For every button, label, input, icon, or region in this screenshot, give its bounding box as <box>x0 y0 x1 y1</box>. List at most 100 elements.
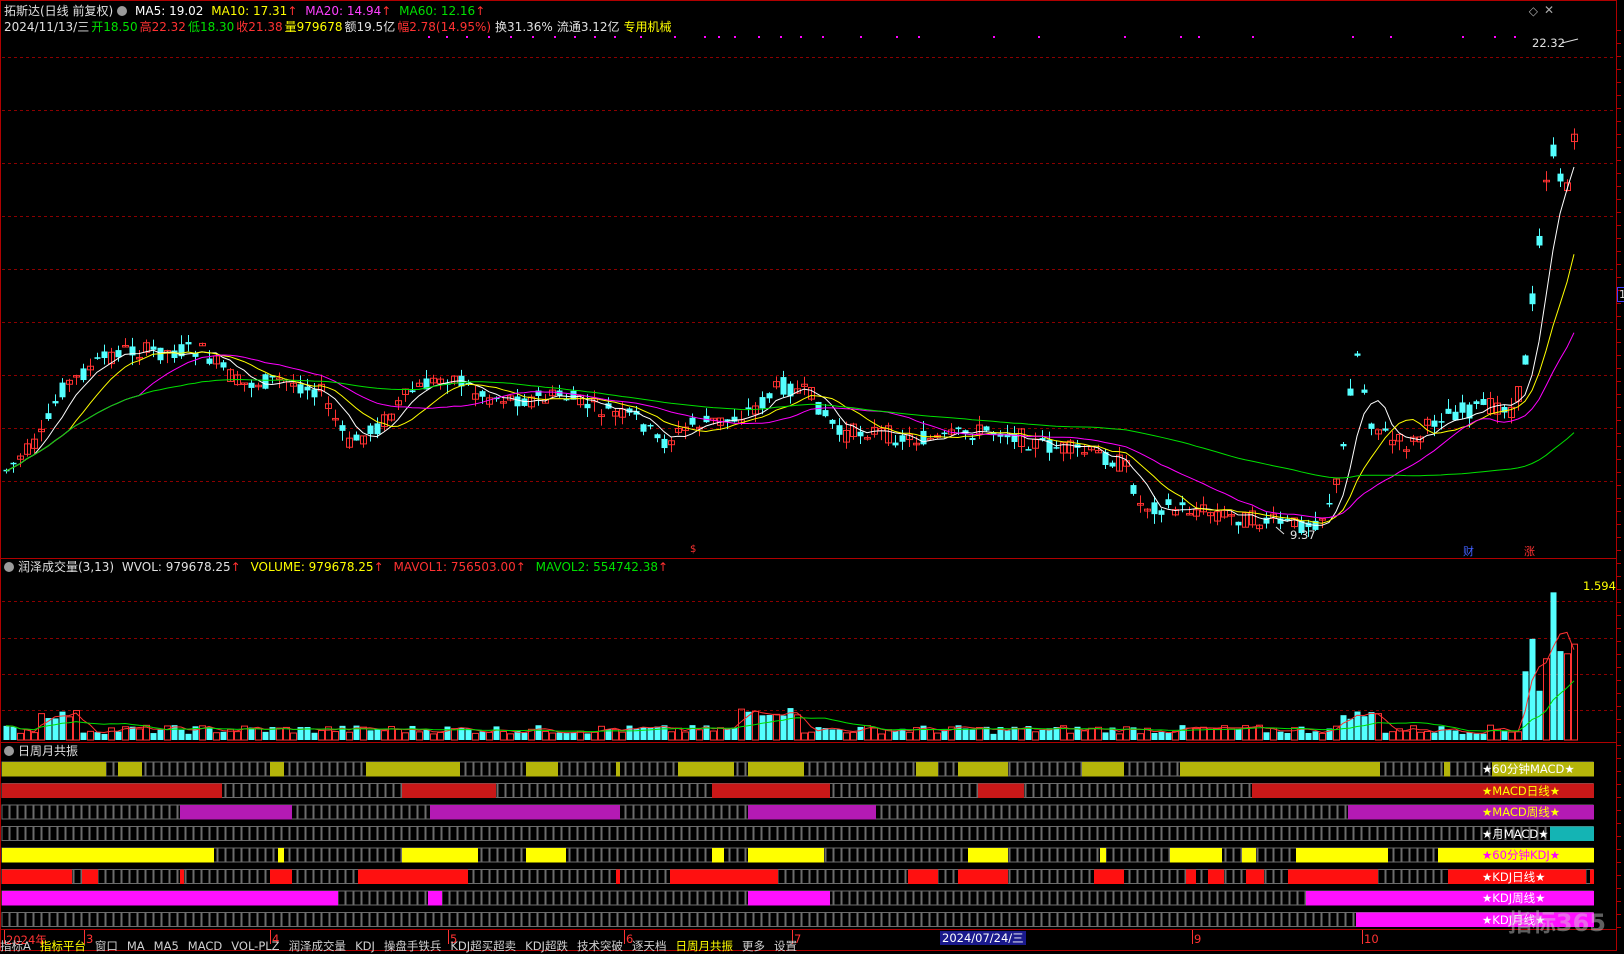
indicator-tab[interactable]: 日周月共振 <box>675 939 733 953</box>
indicator-tab[interactable]: 操盘手铁兵 <box>384 939 442 953</box>
ma60-label: MA60: 12.16↑ <box>399 4 486 18</box>
resonance-segment <box>1242 848 1256 863</box>
indicator-tab[interactable]: 逐天档 <box>632 939 667 953</box>
indicator-tab[interactable]: KDJ <box>355 939 375 953</box>
resonance-cell <box>1337 804 1346 820</box>
resonance-cell <box>217 869 226 884</box>
resonance-cell <box>705 847 714 863</box>
resonance-cell <box>1137 869 1146 884</box>
right-edge-tag[interactable]: 1 <box>1617 287 1624 302</box>
indicator-tab[interactable]: VOL-PLZ <box>231 939 279 953</box>
resonance-cell <box>1033 890 1042 906</box>
resonance-cell <box>329 804 338 820</box>
resonance-cell <box>217 847 226 863</box>
volume-bar <box>1340 715 1347 740</box>
resonance-cell <box>1113 826 1122 841</box>
resonance-cell <box>1257 890 1266 906</box>
event-marker-dollar[interactable]: $ <box>690 544 696 555</box>
close-panel-icon[interactable]: ✕ <box>1544 3 1554 17</box>
resonance-cell <box>465 826 474 841</box>
stock-name[interactable]: 拓斯达(日线 前复权) <box>4 4 113 18</box>
resonance-cell <box>1249 804 1258 820</box>
volume-bar <box>1116 733 1123 741</box>
restore-window-icon[interactable]: ◇ <box>1529 4 1538 18</box>
indicator-tab[interactable]: KDJ超跌 <box>525 939 568 953</box>
volume-bar <box>255 727 262 741</box>
resonance-cell <box>297 912 306 927</box>
volume-bar <box>850 731 857 741</box>
resonance-cell <box>521 826 530 841</box>
indicator-tab[interactable]: 窗口 <box>95 939 118 953</box>
settings-circle-icon[interactable] <box>117 6 128 16</box>
resonance-cell <box>937 783 946 798</box>
event-marker-finance[interactable]: 财 <box>1463 543 1474 559</box>
indicator-tab[interactable]: MACD <box>188 939 222 953</box>
resonance-cell <box>649 869 658 884</box>
indicator-tab[interactable]: 指标平台 <box>40 939 86 953</box>
resonance-cell <box>1129 761 1138 777</box>
resonance-cell <box>1137 826 1146 841</box>
resonance-cell <box>881 847 890 863</box>
resonance-cell <box>161 804 170 820</box>
resonance-cell <box>897 826 906 841</box>
chart-canvas[interactable] <box>0 0 1624 952</box>
volume-settings-icon[interactable] <box>4 562 14 572</box>
resonance-cell <box>401 826 410 841</box>
resonance-cell <box>705 890 714 906</box>
resonance-segment <box>2 783 222 798</box>
volume-bar <box>1564 653 1571 741</box>
indicator-tab[interactable]: 指标A <box>0 939 31 953</box>
candle-body <box>1431 420 1438 427</box>
resonance-cell <box>473 761 482 777</box>
volume-bar <box>402 732 409 741</box>
event-marker-rise[interactable]: 涨 <box>1524 543 1535 559</box>
quote-float-cap: 流通3.12亿 <box>556 20 620 34</box>
volume-bar <box>857 726 864 740</box>
resonance-cell <box>193 912 202 927</box>
resonance-cell <box>1033 804 1042 820</box>
resonance-cell <box>41 912 50 927</box>
resonance-cell <box>505 847 514 863</box>
resonance-cell <box>681 890 690 906</box>
candle-body <box>1347 388 1354 396</box>
resonance-cell <box>385 847 394 863</box>
resonance-cell <box>1129 890 1138 906</box>
resonance-cell <box>769 912 778 927</box>
indicator-tab[interactable]: 润泽成交量 <box>289 939 347 953</box>
resonance-cell <box>1121 826 1130 841</box>
resonance-cell <box>1473 761 1482 777</box>
resonance-cell <box>121 826 130 841</box>
resonance-cell <box>177 761 186 777</box>
indicator-tab[interactable]: MA <box>127 939 145 953</box>
resonance-cell <box>729 912 738 927</box>
resonance-cell <box>25 912 34 927</box>
volume-bar <box>1452 730 1459 740</box>
volume-bar <box>1200 726 1207 741</box>
indicator-tab[interactable]: 更多 <box>742 939 765 953</box>
volume-bar <box>1039 729 1046 740</box>
resonance-cell <box>1049 826 1058 841</box>
volume-bar <box>150 733 157 740</box>
indicator-tab[interactable]: KDJ超买超卖 <box>450 939 516 953</box>
volume-bar <box>591 731 598 741</box>
resonance-settings-icon[interactable] <box>4 746 14 756</box>
time-axis-label: 10 <box>1364 932 1379 946</box>
volume-title[interactable]: 润泽成交量(3,13) <box>18 560 114 574</box>
resonance-cell <box>1225 826 1234 841</box>
resonance-cell <box>185 826 194 841</box>
resonance-cell <box>1273 912 1282 927</box>
resonance-cell <box>1089 890 1098 906</box>
indicator-tab[interactable]: MA5 <box>154 939 179 953</box>
resonance-cell <box>185 761 194 777</box>
resonance-cell <box>1169 783 1178 798</box>
resonance-cell <box>889 912 898 927</box>
indicator-tab[interactable]: 技术突破 <box>577 939 623 953</box>
volume-bar <box>1235 729 1242 740</box>
resonance-title[interactable]: 日周月共振 <box>18 744 78 758</box>
quote-sector[interactable]: 专用机械 <box>624 20 672 34</box>
resonance-cell <box>1017 847 1026 863</box>
resonance-cell <box>1289 912 1298 927</box>
indicator-tab[interactable]: 设置 <box>774 939 797 953</box>
resonance-cell <box>337 847 346 863</box>
resonance-cell <box>1385 761 1394 777</box>
